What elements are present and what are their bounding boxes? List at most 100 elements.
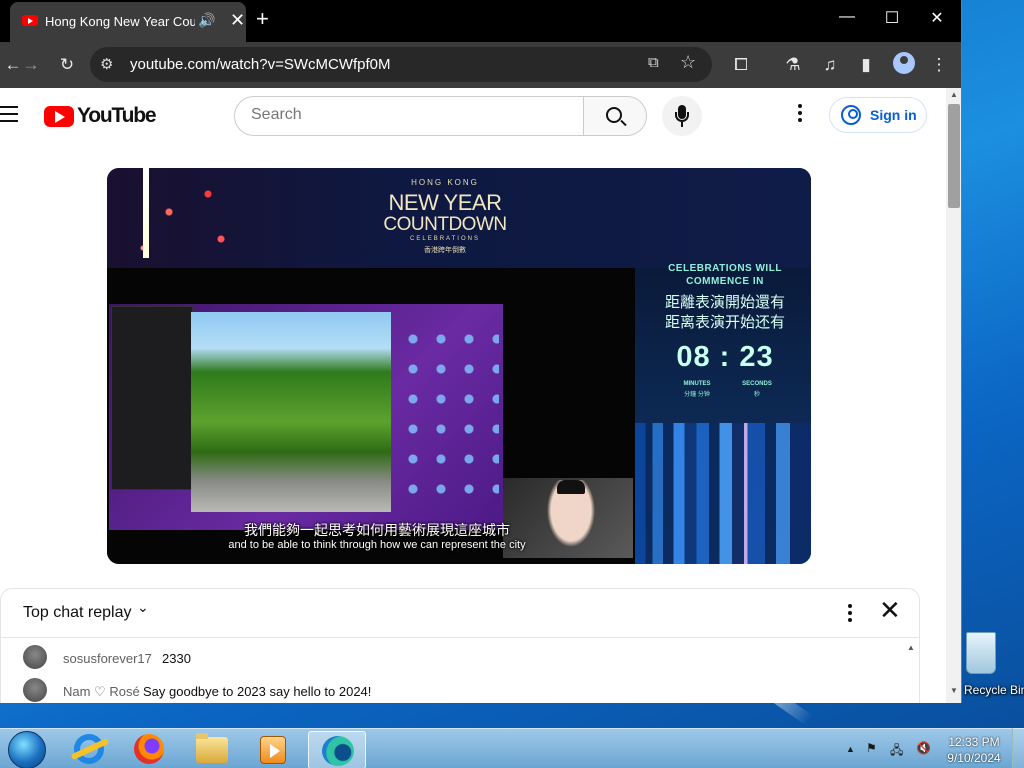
- url-text[interactable]: youtube.com/watch?v=SWcMCWfpf0M: [130, 56, 391, 73]
- recycle-bin-icon: [966, 632, 996, 674]
- countdown-time: 08 : 23: [676, 341, 774, 373]
- search-icon: [606, 107, 622, 123]
- close-window-button[interactable]: ✕: [922, 8, 952, 28]
- system-tray: ▲ ⚑ 🖧 🔇 12:33 PM 9/10/2024: [840, 729, 1024, 768]
- youtube-logo-text: YouTube: [77, 104, 157, 127]
- cast-icon[interactable]: ⧉: [648, 54, 659, 71]
- countdown-label-zh-simp: 距离表演开始还有: [664, 314, 785, 331]
- sidepanel-icon[interactable]: ▮: [853, 52, 879, 78]
- tab-title: Hong Kong New Year Countdown: [45, 14, 195, 29]
- speaker-icon[interactable]: 🔊: [198, 12, 215, 29]
- chat-author[interactable]: sosusforever17: [63, 651, 152, 666]
- video-player[interactable]: HONG KONG NEW YEAR COUNTDOWN CELEBRATION…: [107, 168, 811, 564]
- scroll-down-icon[interactable]: ▼: [950, 686, 958, 695]
- subtitle-en: and to be able to think through how we c…: [228, 539, 526, 551]
- presenter-hat: [557, 480, 585, 494]
- volume-muted-icon[interactable]: 🔇: [916, 741, 931, 755]
- youtube-favicon-icon: [22, 15, 38, 26]
- clock-date[interactable]: 9/10/2024: [944, 751, 1004, 765]
- seconds-label: SECONDS: [742, 381, 772, 387]
- tab-close-icon[interactable]: ✕: [230, 10, 245, 31]
- live-chat: Top chat replay ⌄ ✕ sosusforever17 2330 …: [0, 588, 920, 703]
- tree-photo: [191, 312, 391, 512]
- chat-message: sosusforever17 2330: [23, 645, 903, 671]
- city-skyline: [635, 423, 811, 564]
- avatar[interactable]: [23, 645, 47, 669]
- hamburger-menu-icon[interactable]: [0, 106, 20, 122]
- brand-line2: COUNTDOWN: [383, 214, 507, 235]
- chat-author[interactable]: Nam ♡ Rosé: [63, 684, 140, 700]
- scrollbar-thumb[interactable]: [948, 104, 960, 208]
- maximize-button[interactable]: ☐: [877, 8, 907, 28]
- reload-icon[interactable]: ↻: [54, 52, 80, 78]
- scroll-up-icon[interactable]: ▲: [950, 90, 958, 99]
- media-icon[interactable]: ♫: [817, 52, 843, 78]
- firework-trail: [143, 168, 149, 258]
- countdown-label-zh-trad: 距離表演開始還有: [664, 294, 785, 311]
- star-icon[interactable]: ☆: [680, 52, 696, 73]
- address-bar[interactable]: ⚙ youtube.com/watch?v=SWcMCWfpf0M ⧉ ☆: [90, 47, 712, 82]
- chat-close-icon[interactable]: ✕: [879, 597, 901, 623]
- forward-icon[interactable]: →: [18, 52, 44, 78]
- brand-zh: 香港跨年倒數: [424, 247, 466, 254]
- taskbar: ▲ ⚑ 🖧 🔇 12:33 PM 9/10/2024: [0, 728, 1024, 768]
- countdown-label-en2: COMMENCE IN: [686, 276, 764, 287]
- recycle-bin-label: Recycle Bin: [964, 683, 1024, 697]
- taskbar-media-player[interactable]: [244, 731, 302, 768]
- profile-icon[interactable]: [893, 52, 915, 74]
- tray-expand-icon[interactable]: ▲: [846, 744, 855, 754]
- tab-youtube[interactable]: Hong Kong New Year Countdown 🔊 ✕: [10, 2, 246, 42]
- media-player-icon: [260, 736, 286, 764]
- chat-kebab-icon[interactable]: [848, 604, 854, 625]
- taskbar-internet-explorer[interactable]: [60, 731, 118, 768]
- search-box[interactable]: [234, 96, 584, 136]
- sign-in-label: Sign in: [870, 107, 917, 123]
- chat-header: Top chat replay ⌄ ✕: [1, 589, 919, 638]
- brand-line1: NEW YEAR: [388, 190, 502, 215]
- search-input[interactable]: [251, 106, 571, 124]
- chat-message: Nam ♡ Rosé Say goodbye to 2023 say hello…: [23, 678, 903, 703]
- settings-kebab-icon[interactable]: [788, 104, 812, 128]
- youtube-header: YouTube Sign in: [0, 88, 946, 144]
- network-icon[interactable]: 🖧: [890, 741, 903, 762]
- taskbar-firefox[interactable]: [120, 731, 178, 768]
- microphone-leg: [681, 122, 683, 127]
- youtube-play-icon: [44, 106, 74, 127]
- page-scrollbar[interactable]: ▲ ▼: [946, 88, 961, 703]
- voice-search-button[interactable]: [662, 96, 702, 136]
- chat-text: Say goodbye to 2023 say hello to 2024!: [143, 684, 372, 699]
- browser-toolbar: ← → ↻ ⚙ youtube.com/watch?v=SWcMCWfpf0M …: [0, 42, 961, 88]
- start-button[interactable]: [8, 731, 46, 768]
- chevron-down-icon[interactable]: ⌄: [137, 599, 149, 616]
- brand-top: HONG KONG: [411, 178, 479, 187]
- taskbar-file-explorer[interactable]: [182, 731, 240, 768]
- search-button[interactable]: [583, 96, 647, 136]
- countdown-label-en1: CELEBRATIONS WILL: [668, 263, 782, 274]
- seconds-label-zh: 秒: [753, 392, 760, 398]
- file-explorer-icon: [196, 733, 228, 763]
- menu-icon[interactable]: ⋮: [926, 52, 952, 78]
- chat-scroll-up-icon[interactable]: ▲: [907, 643, 915, 652]
- avatar[interactable]: [23, 678, 47, 702]
- labs-icon[interactable]: ⚗: [780, 52, 806, 78]
- recycle-bin[interactable]: Recycle Bin: [962, 628, 1024, 708]
- shared-panel: [111, 306, 193, 490]
- taskbar-edge[interactable]: [308, 731, 366, 768]
- edge-icon: [322, 736, 354, 766]
- minutes-label: MINUTES: [683, 381, 711, 387]
- sign-in-button[interactable]: Sign in: [829, 97, 927, 133]
- firefox-icon: [134, 734, 164, 764]
- chat-mode-dropdown[interactable]: Top chat replay: [23, 604, 132, 622]
- fireworks: [117, 176, 247, 266]
- youtube-page: YouTube Sign in HONG KONG: [0, 88, 946, 703]
- show-desktop-button[interactable]: [1012, 728, 1024, 768]
- new-tab-button[interactable]: +: [256, 8, 269, 30]
- tune-icon[interactable]: ⚙: [100, 55, 113, 73]
- flag-icon[interactable]: ⚑: [866, 741, 877, 755]
- extensions-icon[interactable]: ⧠: [728, 52, 754, 78]
- minimize-button[interactable]: —: [832, 8, 862, 26]
- microphone-stand: [675, 112, 689, 122]
- clock-time[interactable]: 12:33 PM: [948, 735, 1000, 749]
- account-icon: [841, 105, 861, 125]
- minutes-label-zh: 分鐘 分钟: [684, 392, 710, 398]
